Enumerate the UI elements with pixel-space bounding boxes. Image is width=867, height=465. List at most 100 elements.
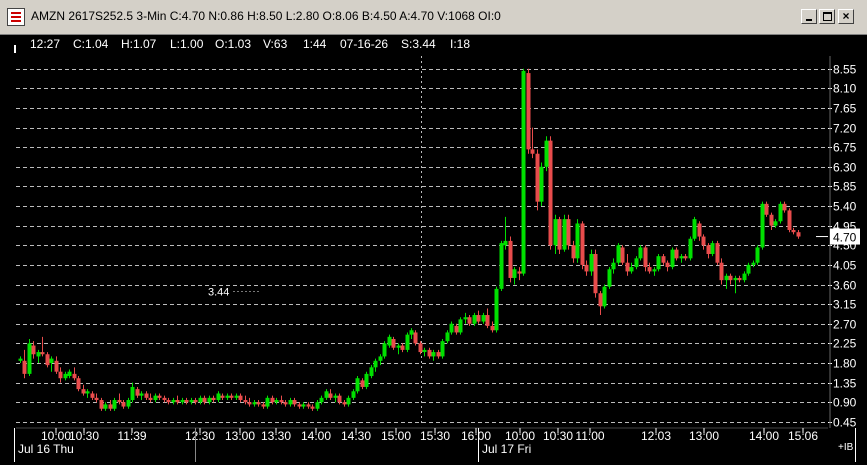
candle-body-103 [481,315,486,322]
candle-body-144 [665,262,670,268]
candle-body-89 [418,343,423,353]
axis-layer: 8.558.107.657.206.756.305.855.404.954.50… [14,56,860,462]
candle-body-9 [58,371,63,379]
x-tick-label-15: 13:00 [689,429,719,443]
candle-body-150 [692,219,697,239]
x-tick-label-2: 11:39 [117,429,146,443]
candle-body-115 [535,153,540,202]
x-tick-label-0: 10:00 [41,429,71,443]
candle-body-41 [202,397,207,403]
candle-body-106 [494,288,499,331]
candle-body-116 [539,166,544,202]
candle-body-34 [171,400,176,403]
candle-body-80 [378,356,383,361]
candle-body-12 [72,373,77,379]
candle-body-131 [607,269,612,287]
candle-body-6 [45,354,50,366]
candle-body-152 [701,236,706,246]
candle-body-30 [153,395,158,401]
candle-body-3 [31,345,36,355]
candle-body-70 [333,395,338,398]
candle-body-37 [184,400,189,403]
x-tick-label-1: 10:30 [69,429,99,443]
y-tick-label-11: 3.60 [833,279,857,293]
candle-body-121 [562,219,567,250]
candle-body-46 [225,395,230,398]
y-tick-label-10: 4.05 [833,259,857,273]
candle-body-151 [697,223,702,237]
candle-body-137 [634,258,639,268]
candle-body-130 [602,286,607,307]
candle-body-96 [449,323,454,333]
candle-body-29 [148,397,153,401]
candle-body-155 [715,243,720,263]
x-tick-label-3: 12:30 [185,429,215,443]
candle-body-105 [490,325,495,331]
candle-body-120 [557,219,562,250]
candle-body-92 [431,352,436,357]
candle-body-47 [229,395,234,398]
y-tick-label-17: 0.90 [833,396,857,410]
candle-body-133 [616,245,621,263]
candle-body-65 [310,406,315,409]
candle-body-33 [166,400,171,403]
x-tick-label-4: 13:00 [225,429,255,443]
candle-body-171 [787,210,792,231]
candle-body-119 [553,219,558,246]
candle-body-81 [382,343,387,357]
candle-body-173 [796,232,801,237]
candle-body-126 [584,264,589,272]
x-tick-label-8: 15:00 [381,429,411,443]
candle-body-8 [54,360,59,372]
candle-body-108 [503,240,508,246]
candle-body-54 [261,404,266,407]
candle-body-84 [396,345,401,348]
x-tick-label-13: 11:00 [575,429,604,443]
y-tick-label-1: 8.10 [833,82,857,96]
candle-body-147 [679,256,684,259]
candle-body-135 [625,262,630,272]
price-chart[interactable]: 8.558.107.657.206.756.305.855.404.954.50… [0,0,867,465]
candle-body-31 [157,395,162,398]
candle-body-162 [746,264,751,274]
candle-body-55 [265,397,270,407]
candle-body-77 [364,373,369,387]
candle-body-98 [458,319,463,333]
candle-body-88 [413,332,418,344]
candle-body-141 [652,269,657,272]
candle-body-169 [778,203,783,222]
candle-body-163 [751,262,756,265]
candle-body-159 [733,277,738,281]
candle-body-19 [103,404,108,409]
candle-body-157 [724,275,729,281]
y-tick-label-7: 5.40 [833,200,857,214]
candle-body-91 [427,349,432,357]
candle-body-94 [440,341,445,357]
candle-body-148 [683,256,688,259]
candle-body-48 [234,395,239,398]
x-tick-label-5: 13:30 [261,429,291,443]
candle-body-145 [670,249,675,268]
candle-body-127 [589,253,594,272]
candle-body-128 [593,253,598,294]
x-tick-label-9: 15:30 [420,429,450,443]
candle-body-112 [521,70,526,274]
candle-body-27 [139,393,144,396]
x-tick-label-6: 14:00 [301,429,331,443]
candle-body-83 [391,338,396,348]
candle-body-68 [324,391,329,398]
y-tick-label-18: 0.45 [833,416,857,430]
candle-body-52 [252,402,257,405]
candle-body-60 [288,400,293,405]
x-tick-label-11: 10:00 [505,429,535,443]
corner-label[interactable]: +IB [838,442,853,453]
candle-body-109 [508,240,513,278]
candle-body-149 [688,238,693,259]
candle-body-138 [638,247,643,259]
candle-body-22 [117,400,122,403]
candle-body-78 [369,367,374,377]
x-tick-label-16: 14:00 [749,429,779,443]
y-tick-label-13: 2.70 [833,318,857,332]
y-tick-label-12: 3.15 [833,298,857,312]
y-tick-label-15: 1.80 [833,357,857,371]
